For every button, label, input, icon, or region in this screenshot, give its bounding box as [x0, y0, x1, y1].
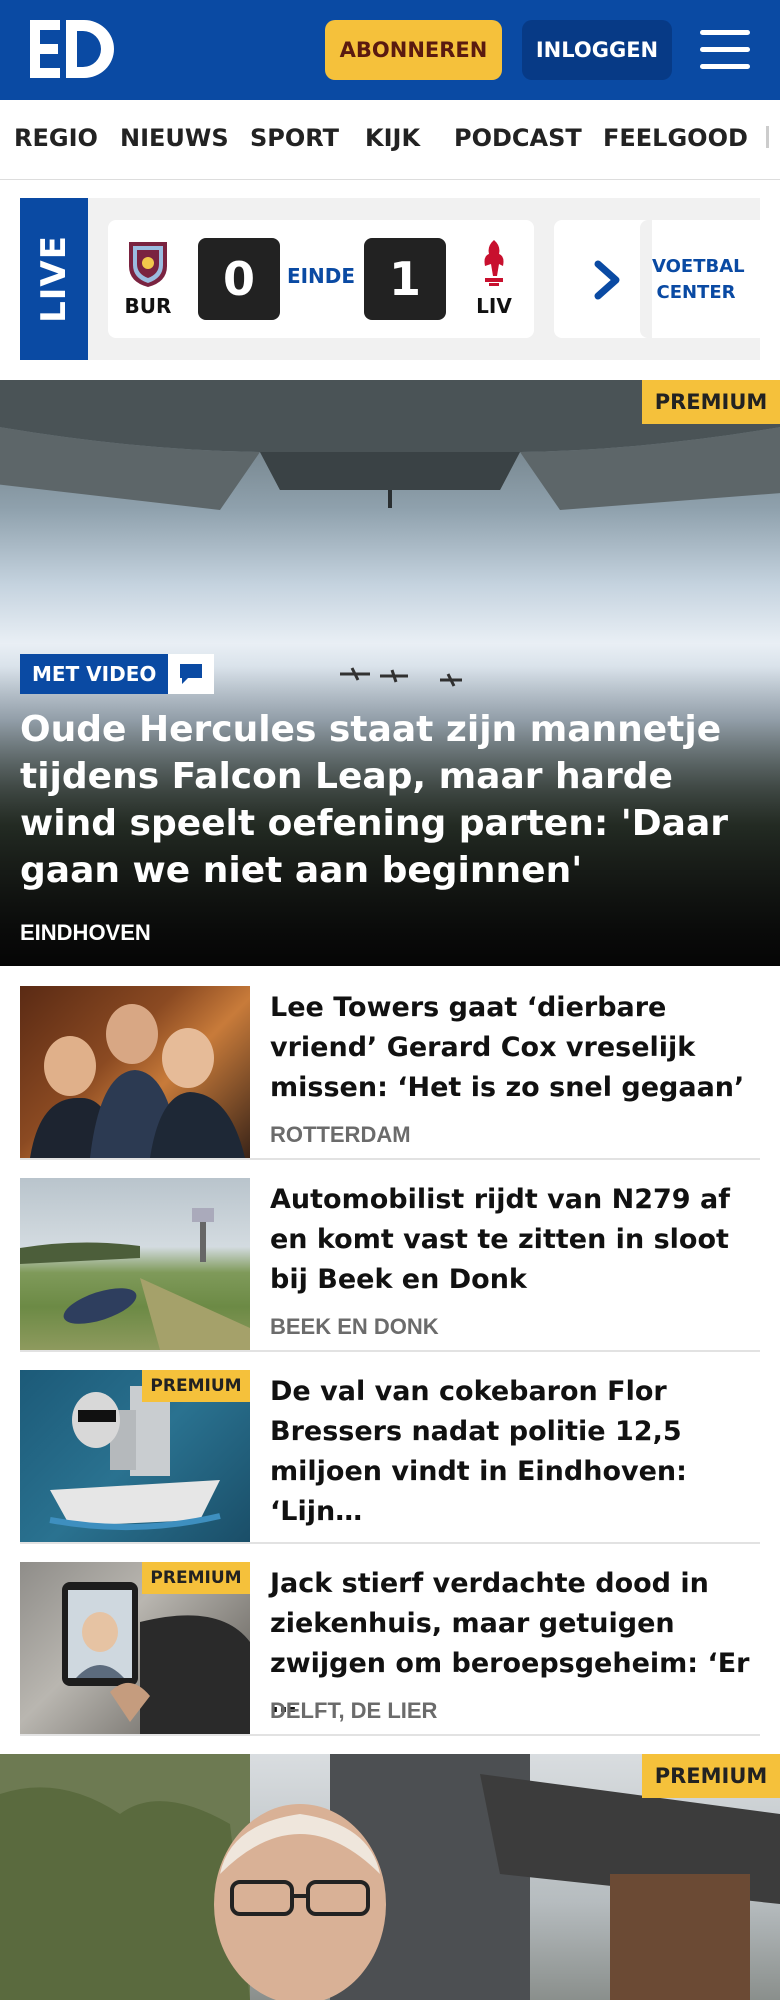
nav-item-nieuws[interactable]: NIEUWS [120, 124, 229, 152]
ed-logo[interactable] [28, 18, 116, 80]
away-team-abbr: LIV [476, 294, 512, 318]
home-team: BUR [118, 236, 178, 318]
article-thumbnail: PREMIUM [20, 1562, 250, 1734]
nav-item-podcast[interactable]: PODCAST [454, 124, 582, 152]
article-location: BEEK EN DONK [270, 1314, 439, 1339]
nav-item-regio[interactable]: REGIO [14, 124, 98, 152]
home-score: 0 [198, 238, 280, 320]
nav-overflow-indicator [766, 126, 769, 148]
article-title[interactable]: Automobilist rijdt van N279 af en komt v… [270, 1180, 760, 1300]
home-team-abbr: BUR [124, 294, 172, 318]
site-header: ABONNEREN INLOGGEN [0, 0, 780, 100]
ed-logo-icon [30, 20, 114, 78]
nav-item-feelgood[interactable]: FEELGOOD [603, 124, 748, 152]
chevron-right-icon[interactable] [592, 260, 622, 300]
article-item[interactable]: PREMIUM De val van cokebaron Flor Bresse… [20, 1370, 760, 1544]
hero-location: EINDHOVEN [20, 920, 151, 945]
premium-badge: PREMIUM [142, 1562, 250, 1594]
article-item[interactable]: Automobilist rijdt van N279 af en komt v… [20, 1178, 760, 1352]
hero-title[interactable]: Oude Hercules staat zijn mannetje tijden… [20, 706, 760, 894]
chat-bubble-icon [168, 654, 215, 694]
premium-badge: PREMIUM [642, 1754, 780, 1798]
nav-item-sport[interactable]: SPORT [250, 124, 339, 152]
nav-item-kijk[interactable]: KIJK [365, 124, 420, 152]
article-title[interactable]: Lee Towers gaat ‘dierbare vriend’ Gerard… [270, 988, 760, 1108]
article-thumbnail [20, 1178, 250, 1350]
article-item[interactable]: Lee Towers gaat ‘dierbare vriend’ Gerard… [20, 986, 760, 1160]
hero-article[interactable]: PREMIUM MET VIDEO Oude Hercules staat zi… [0, 380, 780, 966]
voetbal-center-link[interactable]: VOETBAL CENTER [640, 220, 745, 338]
secondary-hero-article[interactable]: PREMIUM [0, 1754, 780, 2000]
article-thumbnail: PREMIUM [20, 1370, 250, 1542]
live-score-strip: LIVE BUR 0 EINDE 1 LIV VOETBAL CENTER [20, 198, 760, 360]
video-badge-label: MET VIDEO [20, 654, 169, 694]
article-item[interactable]: PREMIUM Jack stierf verdachte dood in zi… [20, 1562, 760, 1736]
burnley-crest-icon [125, 236, 171, 288]
subscribe-button[interactable]: ABONNEREN [325, 20, 502, 80]
video-badge: MET VIDEO [20, 654, 215, 694]
live-tag: LIVE [20, 198, 88, 360]
article-title[interactable]: De val van cokebaron Flor Bressers nadat… [270, 1372, 760, 1532]
login-button[interactable]: INLOGGEN [522, 20, 672, 80]
hamburger-menu-icon[interactable] [700, 28, 750, 72]
away-team: LIV [464, 236, 524, 318]
article-thumbnail [20, 986, 250, 1158]
match-status: EINDE [286, 264, 356, 288]
article-location: ROTTERDAM [270, 1122, 411, 1147]
premium-badge: PREMIUM [142, 1370, 250, 1402]
away-score: 1 [364, 238, 446, 320]
article-location: DELFT, DE LIER [270, 1698, 438, 1723]
liverpool-crest-icon [471, 236, 517, 288]
premium-badge: PREMIUM [642, 380, 780, 424]
match-score-card[interactable]: BUR 0 EINDE 1 LIV [108, 220, 534, 338]
main-navigation: REGIO NIEUWS SPORT KIJK PODCAST FEELGOOD [0, 100, 780, 180]
